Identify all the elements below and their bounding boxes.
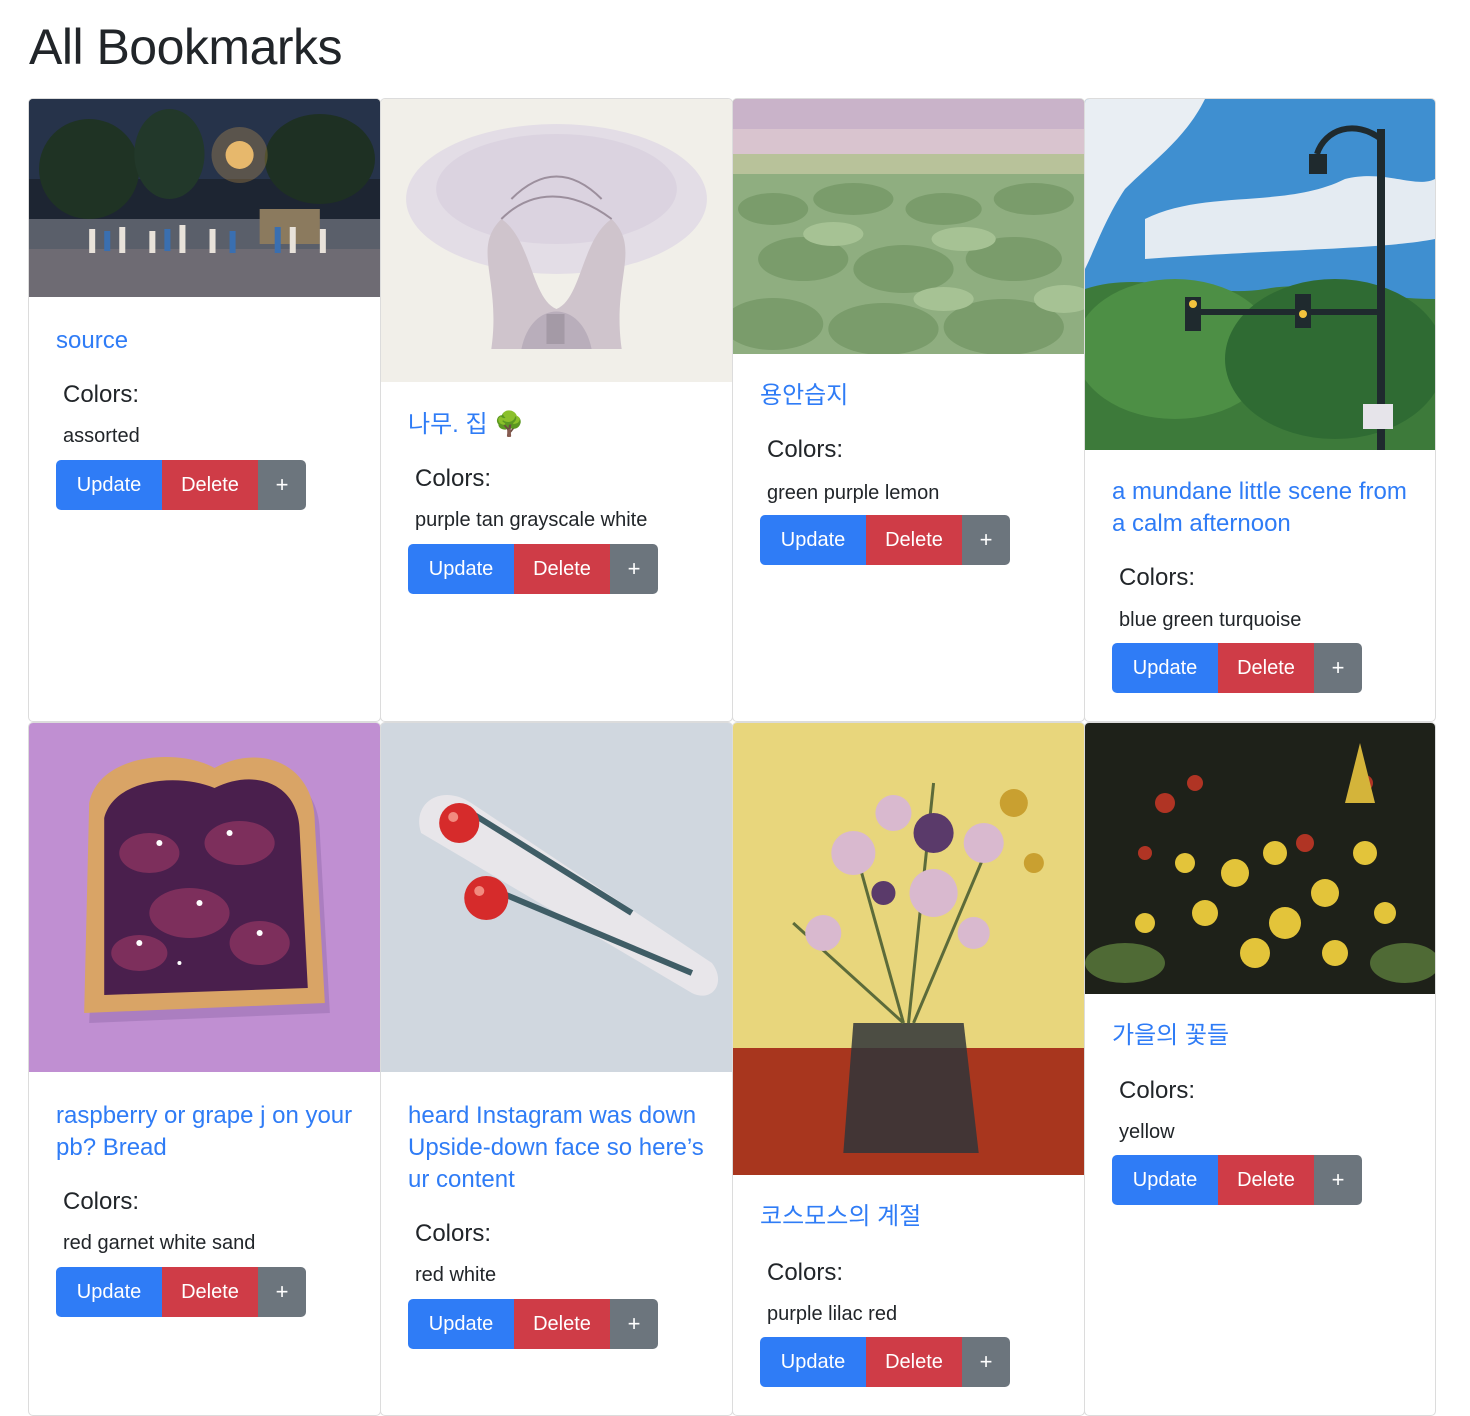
delete-button[interactable]: Delete	[514, 1299, 610, 1349]
update-button[interactable]: Update	[1112, 643, 1218, 693]
bookmark-card: heard Instagram was down Upside-down fac…	[380, 722, 733, 1416]
card-actions: Update Delete +	[56, 460, 306, 510]
card-actions: Update Delete +	[1112, 643, 1362, 693]
colors-value: purple tan grayscale white	[415, 509, 648, 531]
delete-button[interactable]: Delete	[162, 460, 258, 510]
bookmark-card: a mundane little scene from a calm after…	[1084, 98, 1436, 722]
bookmark-image[interactable]	[381, 99, 732, 382]
bookmark-image[interactable]	[733, 99, 1084, 354]
bookmark-title-link[interactable]: 가을의 꽃들	[1112, 1020, 1415, 1052]
add-button[interactable]: +	[610, 544, 658, 594]
bookmark-image[interactable]	[29, 99, 380, 297]
add-button[interactable]: +	[1314, 643, 1362, 693]
add-button[interactable]: +	[962, 515, 1010, 565]
update-button[interactable]: Update	[760, 515, 866, 565]
bookmark-card: 가을의 꽃들 Colors: yellow Update Delete +	[1084, 722, 1436, 1416]
bookmark-card: 나무. 집 🌳 Colors: purple tan grayscale whi…	[380, 98, 733, 722]
update-button[interactable]: Update	[56, 460, 162, 510]
bookmark-title-link[interactable]: source	[56, 325, 360, 357]
card-actions: Update Delete +	[760, 1337, 1010, 1387]
bookmark-title-link[interactable]: 용안습지	[760, 380, 1064, 412]
bookmark-card: 용안습지 Colors: green purple lemon Update D…	[732, 98, 1085, 722]
delete-button[interactable]: Delete	[866, 515, 962, 565]
update-button[interactable]: Update	[1112, 1155, 1218, 1205]
colors-value: blue green turquoise	[1119, 609, 1302, 631]
delete-button[interactable]: Delete	[162, 1267, 258, 1317]
colors-value: green purple lemon	[767, 482, 940, 504]
colors-label: Colors:	[767, 436, 844, 463]
delete-button[interactable]: Delete	[514, 544, 610, 594]
delete-button[interactable]: Delete	[1218, 1155, 1314, 1205]
bookmark-title-link[interactable]: raspberry or grape j on your pb? Bread	[56, 1100, 360, 1164]
delete-button[interactable]: Delete	[1218, 643, 1314, 693]
bookmark-title-link[interactable]: 나무. 집 🌳	[408, 409, 712, 441]
bookmark-title-link[interactable]: 코스모스의 계절	[760, 1201, 1064, 1233]
bookmark-image[interactable]	[29, 723, 380, 1072]
page-title: All Bookmarks	[29, 19, 343, 75]
delete-button[interactable]: Delete	[866, 1337, 962, 1387]
colors-label: Colors:	[415, 465, 492, 492]
colors-value: purple lilac red	[767, 1303, 898, 1325]
bookmark-title-link[interactable]: a mundane little scene from a calm after…	[1112, 476, 1415, 540]
colors-value: red garnet white sand	[63, 1232, 256, 1254]
update-button[interactable]: Update	[408, 1299, 514, 1349]
update-button[interactable]: Update	[56, 1267, 162, 1317]
add-button[interactable]: +	[962, 1337, 1010, 1387]
bookmark-card: raspberry or grape j on your pb? Bread C…	[28, 722, 381, 1416]
update-button[interactable]: Update	[760, 1337, 866, 1387]
colors-label: Colors:	[1119, 1077, 1196, 1104]
bookmark-image[interactable]	[1085, 723, 1435, 994]
colors-label: Colors:	[63, 381, 140, 408]
card-actions: Update Delete +	[56, 1267, 306, 1317]
card-actions: Update Delete +	[760, 515, 1010, 565]
bookmark-image[interactable]	[1085, 99, 1435, 450]
colors-value: yellow	[1119, 1121, 1175, 1143]
add-button[interactable]: +	[258, 1267, 306, 1317]
colors-value: assorted	[63, 425, 140, 447]
update-button[interactable]: Update	[408, 544, 514, 594]
colors-label: Colors:	[1119, 564, 1196, 591]
card-actions: Update Delete +	[408, 544, 658, 594]
card-actions: Update Delete +	[408, 1299, 658, 1349]
colors-label: Colors:	[415, 1220, 492, 1247]
bookmark-grid: source Colors: assorted Update Delete +	[28, 98, 1436, 1416]
bookmark-card: source Colors: assorted Update Delete +	[28, 98, 381, 722]
colors-value: red white	[415, 1264, 497, 1286]
bookmark-title-link[interactable]: heard Instagram was down Upside-down fac…	[408, 1100, 712, 1196]
add-button[interactable]: +	[1314, 1155, 1362, 1205]
bookmark-image[interactable]	[381, 723, 732, 1072]
card-actions: Update Delete +	[1112, 1155, 1362, 1205]
bookmark-image[interactable]	[733, 723, 1084, 1175]
add-button[interactable]: +	[610, 1299, 658, 1349]
bookmark-card: 코스모스의 계절 Colors: purple lilac red Update…	[732, 722, 1085, 1416]
add-button[interactable]: +	[258, 460, 306, 510]
colors-label: Colors:	[63, 1188, 140, 1215]
colors-label: Colors:	[767, 1259, 844, 1286]
